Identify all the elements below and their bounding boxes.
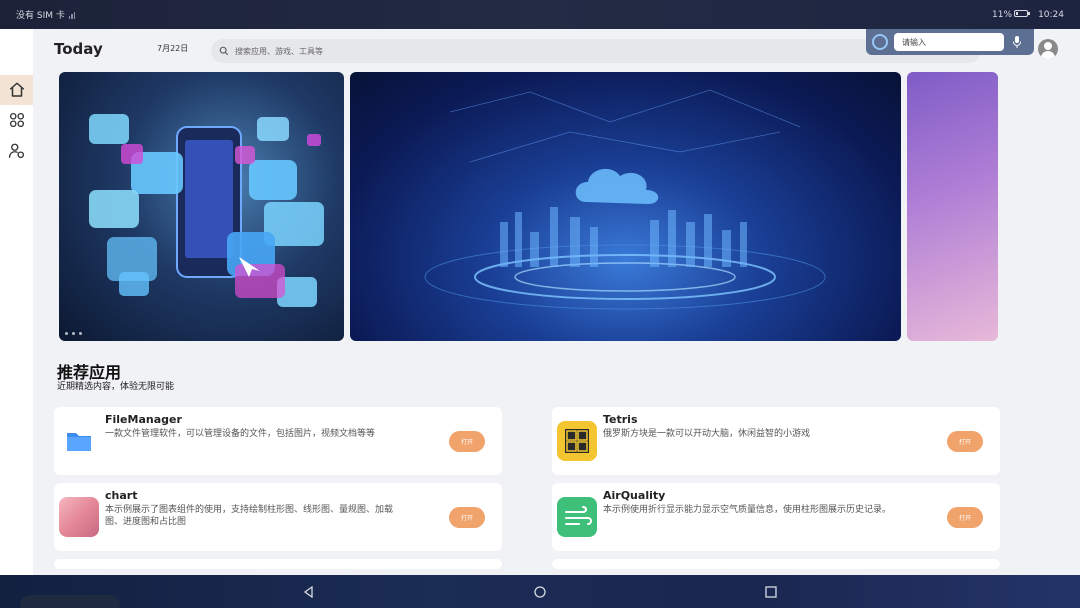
app-card-chart[interactable]: chart 本示例展示了图表组件的使用，支持绘制柱形图、线形图、量规图、加载图、… [54, 483, 502, 551]
app-name: chart [105, 489, 138, 502]
app-card-airquality[interactable]: AirQuality 本示例使用折行显示能力显示空气质量信息，使用柱形图展示历史… [552, 483, 1000, 551]
search-icon [219, 46, 229, 56]
status-bar: 没有 SIM 卡 11% 10:24 [0, 0, 1080, 29]
section-subtitle: 近期精选内容，体验无限可能 [57, 382, 175, 392]
sidebar-item-user[interactable] [0, 136, 33, 166]
back-icon[interactable] [303, 586, 315, 598]
battery-icon [1014, 9, 1031, 17]
user-settings-icon [8, 143, 24, 159]
battery-percent: 11% [992, 9, 1031, 20]
sidebar-item-home[interactable] [0, 75, 33, 105]
search-placeholder: 搜索应用、游戏、工具等 [235, 46, 323, 56]
voice-input-bar: 请输入 [866, 29, 1034, 55]
sidebar-item-apps[interactable] [0, 105, 33, 135]
voice-input-field[interactable]: 请输入 [894, 33, 1004, 51]
app-card-partial[interactable] [54, 559, 502, 569]
banner-phone-ui[interactable] [59, 72, 344, 341]
app-description: 本示例使用折行显示能力显示空气质量信息，使用柱形图展示历史记录。 [603, 505, 892, 515]
app-card-tetris[interactable]: Tetris 俄罗斯方块是一款可以开动大脑，休闲益智的小游戏 打开 [552, 407, 1000, 475]
carousel-indicator [65, 332, 82, 335]
recent-apps-icon[interactable] [765, 586, 777, 598]
open-button[interactable]: 打开 [947, 507, 983, 528]
system-navigation-bar [0, 575, 1080, 608]
wind-icon [557, 497, 597, 537]
clock: 10:24 [1038, 9, 1064, 20]
app-window: Today 7月22日 搜索应用、游戏、工具等 请输入 推荐应用 近期精选内容，… [0, 29, 1080, 575]
app-description: 俄罗斯方块是一款可以开动大脑，休闲益智的小游戏 [603, 429, 811, 439]
app-description: 本示例展示了图表组件的使用，支持绘制柱形图、线形图、量规图、加载图、进度图和占比… [105, 505, 394, 527]
app-card-filemanager[interactable]: FileManager 一款文件管理软件，可以管理设备的文件，包括图片，视频文档… [54, 407, 502, 475]
folder-icon [59, 421, 99, 461]
microphone-icon[interactable] [1012, 35, 1022, 49]
page-title: Today [54, 40, 103, 58]
banner-cloud-city[interactable] [350, 72, 901, 341]
date-label: 7月22日 [157, 44, 189, 53]
app-name: Tetris [603, 413, 638, 426]
open-button[interactable]: 打开 [449, 507, 485, 528]
banner-illustration [89, 114, 324, 307]
sim-status-text: 没有 SIM 卡 [16, 11, 65, 21]
sidebar [0, 29, 33, 575]
home-button-icon[interactable] [534, 586, 546, 598]
signal-icon [68, 11, 76, 19]
banner-illustration [424, 89, 826, 310]
avatar[interactable] [1038, 39, 1058, 59]
chart-thumbnail-icon [59, 497, 99, 537]
app-name: AirQuality [603, 489, 666, 502]
home-icon [9, 82, 24, 97]
apps-grid-icon [9, 112, 24, 128]
watermark-badge [20, 595, 120, 608]
voice-input-placeholder: 请输入 [902, 37, 926, 47]
banner-purple-abstract[interactable] [907, 72, 998, 341]
tetris-icon [557, 421, 597, 461]
app-card-partial[interactable] [552, 559, 1000, 569]
open-button[interactable]: 打开 [947, 431, 983, 452]
assistant-logo-icon [872, 34, 888, 50]
app-description: 一款文件管理软件，可以管理设备的文件，包括图片，视频文档等等 [105, 429, 376, 439]
open-button[interactable]: 打开 [449, 431, 485, 452]
app-name: FileManager [105, 413, 182, 426]
